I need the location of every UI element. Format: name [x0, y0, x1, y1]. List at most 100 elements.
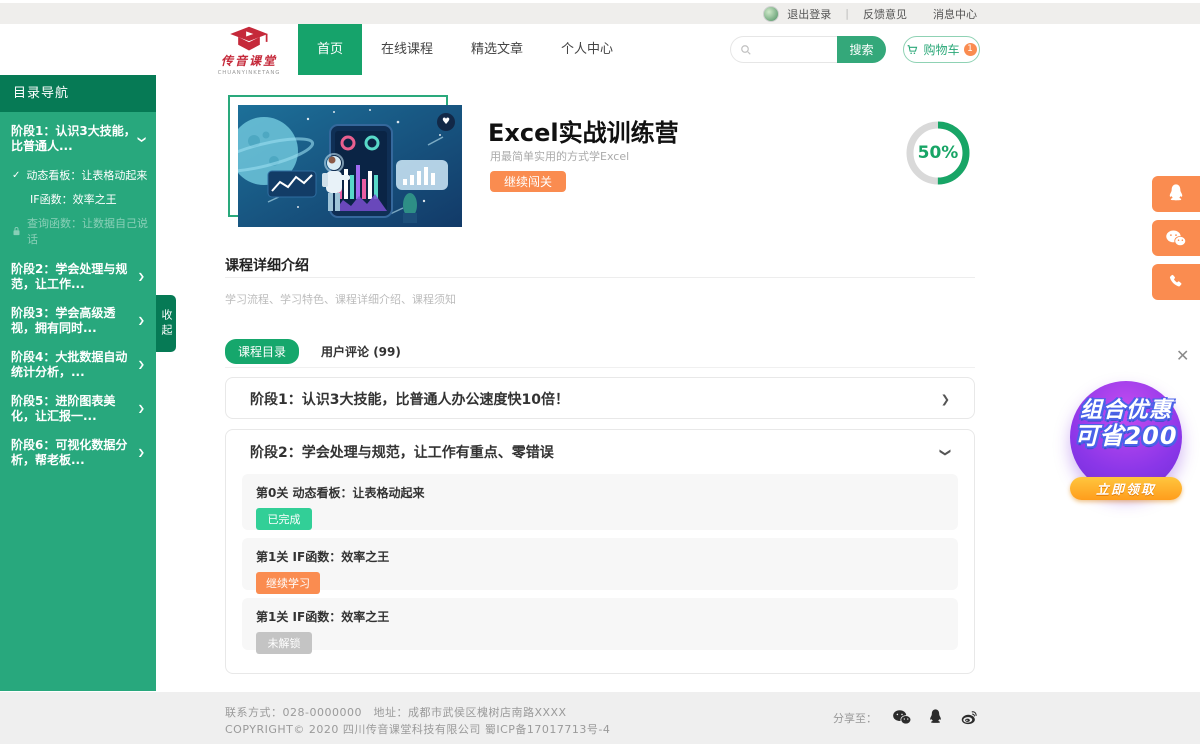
check-icon: ✓ [12, 170, 20, 181]
search-input[interactable] [757, 43, 837, 57]
sidebar-stage-3-label: 阶段3：学会高级透视，拥有同时... [11, 306, 137, 336]
lesson-status-badge: 已完成 [256, 508, 312, 530]
phone-contact-button[interactable] [1152, 264, 1200, 300]
search-button[interactable]: 搜索 [837, 36, 886, 63]
sidebar-title: 目录导航 [0, 75, 156, 112]
progress-percent: 50% [901, 116, 975, 190]
lock-icon [12, 226, 21, 236]
share-label: 分享至： [833, 710, 877, 726]
lesson-status-badge: 继续学习 [256, 572, 320, 594]
sidebar-stage-4[interactable]: 阶段4：大批数据自动统计分析，... ❯ [0, 350, 156, 380]
chevron-right-icon: ❯ [137, 314, 145, 328]
sidebar-stage-5[interactable]: 阶段5：进阶图表美化，让汇报一... ❯ [0, 394, 156, 424]
accordion-stage-2-header[interactable]: 阶段2：学会处理与规范，让工作有重点、零错误 ❯ [226, 430, 974, 474]
catalog-sidebar: 目录导航 阶段1：认识3大技能，比普通人... ❯ ✓ 动态看板：让表格动起来 … [0, 75, 156, 691]
sidebar-lesson-done-label: 动态看板：让表格动起来 [26, 167, 147, 183]
wechat-share-icon[interactable] [892, 709, 912, 726]
cart-button[interactable]: 购物车 1 [903, 36, 980, 63]
nav-item-courses[interactable]: 在线课程 [362, 24, 452, 75]
cart-label: 购物车 [923, 41, 959, 58]
user-avatar[interactable] [763, 6, 779, 22]
sidebar-stage-2[interactable]: 阶段2：学会处理与规范，让工作... ❯ [0, 262, 156, 292]
nav-item-home[interactable]: 首页 [298, 24, 362, 75]
site-logo[interactable]: 传音课堂 CHUANYINKETANG [203, 26, 295, 76]
main-header: 传音课堂 CHUANYINKETANG 首页 在线课程 精选文章 个人中心 搜索… [0, 24, 1200, 75]
search-icon [740, 44, 752, 56]
accordion-stage-2-title: 阶段2：学会处理与规范，让工作有重点、零错误 [250, 442, 554, 462]
accordion-stage-2: 阶段2：学会处理与规范，让工作有重点、零错误 ❯ 第0关 动态看板：让表格动起来… [225, 429, 975, 674]
qq-icon [1166, 183, 1186, 205]
sidebar-collapse-tab[interactable]: 收起 [156, 295, 176, 352]
chevron-right-icon: ❯ [137, 402, 145, 416]
search-bar: 搜索 [730, 36, 886, 63]
accordion-stage-1-header[interactable]: 阶段1：认识3大技能，比普通人办公速度快10倍！ ❯ [226, 378, 974, 420]
content-tabs: 课程目录 用户评论 (99) [225, 339, 401, 364]
wechat-contact-button[interactable] [1152, 220, 1200, 256]
lesson-status-badge: 未解锁 [256, 632, 312, 654]
lesson-title: 第1关 IF函数：效率之王 [256, 608, 944, 625]
favorite-button[interactable]: ♥ [437, 113, 455, 131]
course-title: Excel实战训练营 [488, 113, 679, 148]
sidebar-stage-1-label: 阶段1：认识3大技能，比普通人... [11, 124, 137, 154]
sidebar-stage-3[interactable]: 阶段3：学会高级透视，拥有同时... ❯ [0, 306, 156, 336]
promo-close-button[interactable]: ✕ [1176, 346, 1189, 365]
top-utility-bar: 退出登录 | 反馈意见 消息中心 [0, 3, 1200, 24]
cart-count-badge: 1 [964, 43, 977, 56]
chevron-right-icon: ❯ [137, 446, 145, 460]
progress-ring: 50% [901, 116, 975, 190]
nav-item-articles[interactable]: 精选文章 [452, 24, 542, 75]
sidebar-stage-2-label: 阶段2：学会处理与规范，让工作... [11, 262, 137, 292]
course-page: 退出登录 | 反馈意见 消息中心 传音课堂 CHUANYINKETANG 首页 … [0, 0, 1200, 747]
feedback-link[interactable]: 反馈意见 [863, 6, 907, 22]
sidebar-stage-4-label: 阶段4：大批数据自动统计分析，... [11, 350, 137, 380]
lesson-row-completed[interactable]: 第0关 动态看板：让表格动起来 已完成 [242, 474, 958, 530]
sidebar-stage-6[interactable]: 阶段6：可视化数据分析，帮老板... ❯ [0, 438, 156, 468]
chevron-right-icon: ❯ [137, 270, 145, 284]
divider [225, 277, 975, 278]
course-cover-image[interactable] [238, 105, 462, 227]
detail-heading: 课程详细介绍 [225, 255, 309, 275]
share-bar: 分享至： [833, 708, 980, 727]
main-nav: 首页 在线课程 精选文章 个人中心 [298, 24, 632, 75]
footer-copyright: COPYRIGHT© 2020 四川传音课堂科技有限公司 蜀ICP备170177… [225, 721, 610, 738]
wechat-icon [1165, 229, 1187, 248]
lesson-row-locked[interactable]: 第1关 IF函数：效率之王 未解锁 [242, 598, 958, 650]
accordion-stage-1-title: 阶段1：认识3大技能，比普通人办公速度快10倍！ [250, 389, 569, 409]
sidebar-stage-1[interactable]: 阶段1：认识3大技能，比普通人... ❯ [0, 124, 156, 154]
chevron-right-icon: ❯ [941, 393, 950, 406]
tab-catalog[interactable]: 课程目录 [225, 339, 299, 364]
close-icon: ✕ [1176, 346, 1189, 365]
heart-icon: ♥ [442, 117, 450, 127]
sidebar-lesson-locked-label: 查询函数：让数据自己说话 [27, 215, 156, 247]
sidebar-stage-6-label: 阶段6：可视化数据分析，帮老板... [11, 438, 137, 468]
sidebar-lesson-current-label: IF函数：效率之王 [30, 191, 117, 207]
topbar-divider: | [845, 7, 849, 20]
message-center-link[interactable]: 消息中心 [933, 6, 977, 22]
qq-contact-button[interactable] [1152, 176, 1200, 212]
detail-summary: 学习流程、学习特色、课程详细介绍、课程须知 [225, 291, 456, 307]
logout-link[interactable]: 退出登录 [787, 6, 831, 22]
chevron-down-icon: ❯ [134, 135, 148, 143]
weibo-share-icon[interactable] [959, 708, 980, 727]
sidebar-stage-5-label: 阶段5：进阶图表美化，让汇报一... [11, 394, 137, 424]
cart-icon [906, 43, 919, 56]
lesson-row-continue[interactable]: 第1关 IF函数：效率之王 继续学习 [242, 538, 958, 590]
continue-button[interactable]: 继续闯关 [490, 171, 566, 192]
sidebar-lesson-locked[interactable]: 查询函数：让数据自己说话 [0, 215, 156, 247]
tab-comments[interactable]: 用户评论 (99) [321, 343, 401, 360]
footer-contact: 联系方式：028-0000000 地址：成都市武侯区槐树店南路XXXX [225, 704, 610, 721]
graduation-cap-icon [227, 26, 271, 52]
nav-item-profile[interactable]: 个人中心 [542, 24, 632, 75]
divider [225, 367, 975, 368]
phone-icon [1167, 273, 1185, 291]
chevron-right-icon: ❯ [137, 358, 145, 372]
qq-share-icon[interactable] [927, 708, 944, 727]
logo-subtitle: CHUANYINKETANG [208, 69, 291, 75]
accordion-stage-1: 阶段1：认识3大技能，比普通人办公速度快10倍！ ❯ [225, 377, 975, 419]
page-footer: 联系方式：028-0000000 地址：成都市武侯区槐树店南路XXXX COPY… [0, 692, 1200, 744]
chevron-down-icon: ❯ [939, 447, 952, 456]
sidebar-lesson-done[interactable]: ✓ 动态看板：让表格动起来 [0, 167, 156, 183]
promo-claim-button[interactable]: 立即领取 [1070, 477, 1182, 500]
logo-title: 传音课堂 [203, 52, 295, 69]
sidebar-lesson-current[interactable]: IF函数：效率之王 [0, 191, 156, 207]
